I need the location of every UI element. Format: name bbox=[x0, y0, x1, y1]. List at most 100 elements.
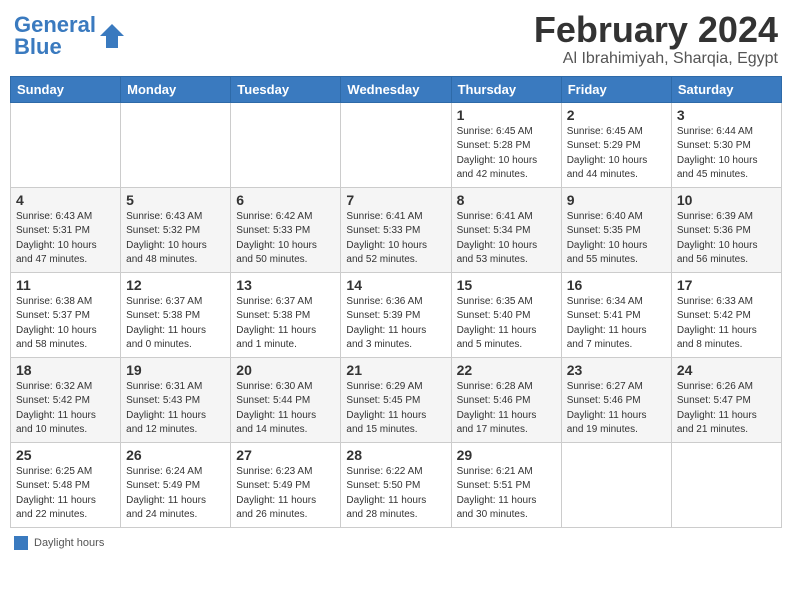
day-info: Sunrise: 6:27 AM Sunset: 5:46 PM Dayligh… bbox=[567, 380, 666, 438]
day-info: Sunrise: 6:23 AM Sunset: 5:49 PM Dayligh… bbox=[236, 465, 335, 523]
title-block: February 2024 Al Ibrahimiyah, Sharqia, E… bbox=[534, 10, 778, 68]
day-number: 16 bbox=[567, 277, 666, 293]
calendar-cell: 3 Sunrise: 6:44 AM Sunset: 5:30 PM Daylig… bbox=[671, 102, 781, 187]
calendar-cell: 10 Sunrise: 6:39 AM Sunset: 5:36 PM Dayli… bbox=[671, 187, 781, 272]
day-header: Friday bbox=[561, 76, 671, 102]
day-info: Sunrise: 6:45 AM Sunset: 5:28 PM Dayligh… bbox=[457, 125, 556, 183]
day-number: 3 bbox=[677, 107, 776, 123]
day-header: Sunday bbox=[11, 76, 121, 102]
calendar-cell: 16 Sunrise: 6:34 AM Sunset: 5:41 PM Dayli… bbox=[561, 272, 671, 357]
day-number: 13 bbox=[236, 277, 335, 293]
calendar-cell: 5Sunrise: 6:43 AM Sunset: 5:32 PM Daylig… bbox=[121, 187, 231, 272]
calendar-cell: 15 Sunrise: 6:35 AM Sunset: 5:40 PM Dayli… bbox=[451, 272, 561, 357]
calendar-cell: 8 Sunrise: 6:41 AM Sunset: 5:34 PM Daylig… bbox=[451, 187, 561, 272]
day-info: Sunrise: 6:26 AM Sunset: 5:47 PM Dayligh… bbox=[677, 380, 776, 438]
calendar-cell: 24Sunrise: 6:26 AM Sunset: 5:47 PM Dayli… bbox=[671, 357, 781, 442]
day-info: Sunrise: 6:42 AM Sunset: 5:33 PM Dayligh… bbox=[236, 210, 335, 268]
day-number: 26 bbox=[126, 447, 225, 463]
day-number: 29 bbox=[457, 447, 556, 463]
day-number: 25 bbox=[16, 447, 115, 463]
page-header: GeneralBlue February 2024 Al Ibrahimiyah… bbox=[10, 10, 782, 68]
calendar-cell: 9 Sunrise: 6:40 AM Sunset: 5:35 PM Daylig… bbox=[561, 187, 671, 272]
day-info: Sunrise: 6:36 AM Sunset: 5:39 PM Dayligh… bbox=[346, 295, 445, 353]
day-number: 10 bbox=[677, 192, 776, 208]
calendar-cell: 17 Sunrise: 6:33 AM Sunset: 5:42 PM Dayli… bbox=[671, 272, 781, 357]
calendar-cell: 21 Sunrise: 6:29 AM Sunset: 5:45 PM Dayli… bbox=[341, 357, 451, 442]
logo-text: GeneralBlue bbox=[14, 14, 96, 58]
day-header: Thursday bbox=[451, 76, 561, 102]
calendar-cell bbox=[341, 102, 451, 187]
calendar-cell: 7Sunrise: 6:41 AM Sunset: 5:33 PM Daylig… bbox=[341, 187, 451, 272]
day-number: 20 bbox=[236, 362, 335, 378]
calendar-cell: 27Sunrise: 6:23 AM Sunset: 5:49 PM Dayli… bbox=[231, 442, 341, 527]
calendar-cell: 14Sunrise: 6:36 AM Sunset: 5:39 PM Dayli… bbox=[341, 272, 451, 357]
day-header: Monday bbox=[121, 76, 231, 102]
calendar-cell bbox=[121, 102, 231, 187]
legend: Daylight hours bbox=[10, 536, 782, 550]
calendar-cell: 1 Sunrise: 6:45 AM Sunset: 5:28 PM Daylig… bbox=[451, 102, 561, 187]
day-number: 2 bbox=[567, 107, 666, 123]
day-number: 23 bbox=[567, 362, 666, 378]
calendar-cell: 12 Sunrise: 6:37 AM Sunset: 5:38 PM Dayli… bbox=[121, 272, 231, 357]
month-title: February 2024 bbox=[534, 10, 778, 50]
day-info: Sunrise: 6:33 AM Sunset: 5:42 PM Dayligh… bbox=[677, 295, 776, 353]
day-info: Sunrise: 6:41 AM Sunset: 5:34 PM Dayligh… bbox=[457, 210, 556, 268]
calendar-cell: 29 Sunrise: 6:21 AM Sunset: 5:51 PM Dayli… bbox=[451, 442, 561, 527]
calendar-cell: 2 Sunrise: 6:45 AM Sunset: 5:29 PM Daylig… bbox=[561, 102, 671, 187]
calendar-cell: 18 Sunrise: 6:32 AM Sunset: 5:42 PM Dayli… bbox=[11, 357, 121, 442]
day-info: Sunrise: 6:41 AM Sunset: 5:33 PM Dayligh… bbox=[346, 210, 445, 268]
calendar-week-row: 4 Sunrise: 6:43 AM Sunset: 5:31 PM Daylig… bbox=[11, 187, 782, 272]
day-info: Sunrise: 6:28 AM Sunset: 5:46 PM Dayligh… bbox=[457, 380, 556, 438]
day-number: 22 bbox=[457, 362, 556, 378]
day-info: Sunrise: 6:31 AM Sunset: 5:43 PM Dayligh… bbox=[126, 380, 225, 438]
day-info: Sunrise: 6:35 AM Sunset: 5:40 PM Dayligh… bbox=[457, 295, 556, 353]
day-number: 11 bbox=[16, 277, 115, 293]
day-info: Sunrise: 6:40 AM Sunset: 5:35 PM Dayligh… bbox=[567, 210, 666, 268]
day-info: Sunrise: 6:25 AM Sunset: 5:48 PM Dayligh… bbox=[16, 465, 115, 523]
location-title: Al Ibrahimiyah, Sharqia, Egypt bbox=[534, 50, 778, 68]
logo: GeneralBlue bbox=[14, 14, 126, 58]
calendar-week-row: 25 Sunrise: 6:25 AM Sunset: 5:48 PM Dayli… bbox=[11, 442, 782, 527]
calendar-cell: 26 Sunrise: 6:24 AM Sunset: 5:49 PM Dayli… bbox=[121, 442, 231, 527]
calendar-cell bbox=[11, 102, 121, 187]
day-number: 6 bbox=[236, 192, 335, 208]
calendar-week-row: 11 Sunrise: 6:38 AM Sunset: 5:37 PM Dayli… bbox=[11, 272, 782, 357]
day-number: 15 bbox=[457, 277, 556, 293]
calendar-cell: 23 Sunrise: 6:27 AM Sunset: 5:46 PM Dayli… bbox=[561, 357, 671, 442]
day-number: 18 bbox=[16, 362, 115, 378]
calendar-week-row: 18 Sunrise: 6:32 AM Sunset: 5:42 PM Dayli… bbox=[11, 357, 782, 442]
day-number: 17 bbox=[677, 277, 776, 293]
day-info: Sunrise: 6:21 AM Sunset: 5:51 PM Dayligh… bbox=[457, 465, 556, 523]
day-info: Sunrise: 6:34 AM Sunset: 5:41 PM Dayligh… bbox=[567, 295, 666, 353]
day-info: Sunrise: 6:29 AM Sunset: 5:45 PM Dayligh… bbox=[346, 380, 445, 438]
calendar-cell: 22 Sunrise: 6:28 AM Sunset: 5:46 PM Dayli… bbox=[451, 357, 561, 442]
day-number: 28 bbox=[346, 447, 445, 463]
day-info: Sunrise: 6:39 AM Sunset: 5:36 PM Dayligh… bbox=[677, 210, 776, 268]
day-header: Wednesday bbox=[341, 76, 451, 102]
day-number: 12 bbox=[126, 277, 225, 293]
calendar-week-row: 1 Sunrise: 6:45 AM Sunset: 5:28 PM Daylig… bbox=[11, 102, 782, 187]
day-info: Sunrise: 6:38 AM Sunset: 5:37 PM Dayligh… bbox=[16, 295, 115, 353]
day-info: Sunrise: 6:37 AM Sunset: 5:38 PM Dayligh… bbox=[126, 295, 225, 353]
calendar-cell: 6 Sunrise: 6:42 AM Sunset: 5:33 PM Daylig… bbox=[231, 187, 341, 272]
calendar-cell: 28 Sunrise: 6:22 AM Sunset: 5:50 PM Dayli… bbox=[341, 442, 451, 527]
day-info: Sunrise: 6:22 AM Sunset: 5:50 PM Dayligh… bbox=[346, 465, 445, 523]
day-info: Sunrise: 6:43 AM Sunset: 5:31 PM Dayligh… bbox=[16, 210, 115, 268]
legend-color-box bbox=[14, 536, 28, 550]
day-number: 4 bbox=[16, 192, 115, 208]
day-info: Sunrise: 6:45 AM Sunset: 5:29 PM Dayligh… bbox=[567, 125, 666, 183]
calendar-cell: 11 Sunrise: 6:38 AM Sunset: 5:37 PM Dayli… bbox=[11, 272, 121, 357]
day-info: Sunrise: 6:43 AM Sunset: 5:32 PM Dayligh… bbox=[126, 210, 225, 268]
day-number: 8 bbox=[457, 192, 556, 208]
calendar-header-row: SundayMondayTuesdayWednesdayThursdayFrid… bbox=[11, 76, 782, 102]
day-header: Saturday bbox=[671, 76, 781, 102]
day-number: 21 bbox=[346, 362, 445, 378]
calendar-cell bbox=[231, 102, 341, 187]
day-number: 1 bbox=[457, 107, 556, 123]
day-info: Sunrise: 6:44 AM Sunset: 5:30 PM Dayligh… bbox=[677, 125, 776, 183]
day-number: 9 bbox=[567, 192, 666, 208]
calendar-cell: 20Sunrise: 6:30 AM Sunset: 5:44 PM Dayli… bbox=[231, 357, 341, 442]
day-info: Sunrise: 6:24 AM Sunset: 5:49 PM Dayligh… bbox=[126, 465, 225, 523]
calendar-cell bbox=[671, 442, 781, 527]
day-info: Sunrise: 6:32 AM Sunset: 5:42 PM Dayligh… bbox=[16, 380, 115, 438]
